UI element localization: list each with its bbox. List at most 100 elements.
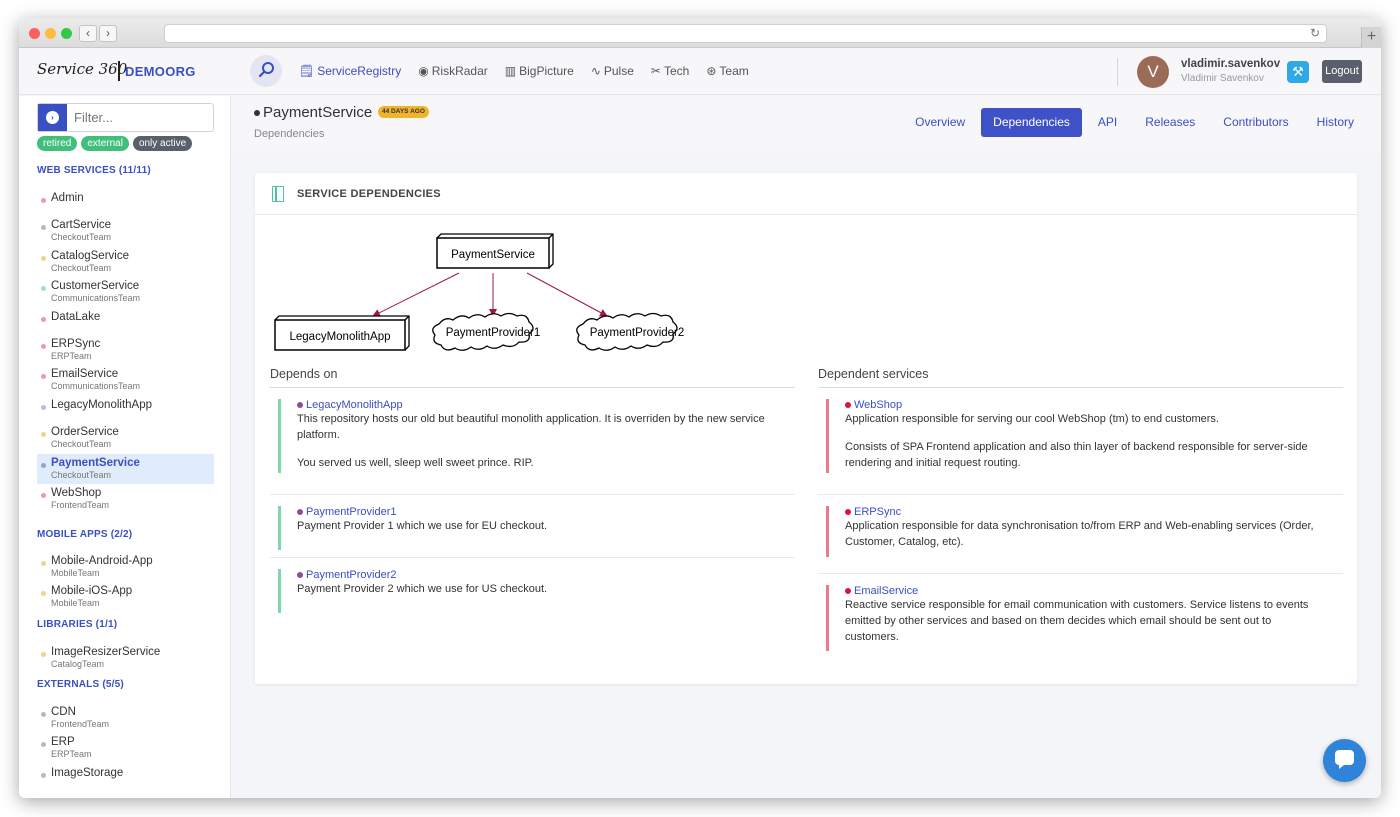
address-bar[interactable]: ↻ <box>164 24 1327 43</box>
section-web-services[interactable]: WEB SERVICES (11/11) <box>37 165 151 176</box>
dependency-link[interactable]: LegacyMonolithApp <box>297 399 768 411</box>
sidebar-item-mobile-ios-app[interactable]: Mobile-iOS-App MobileTeam <box>37 582 214 612</box>
sidebar-item-admin[interactable]: Admin <box>37 189 214 216</box>
filter-field[interactable]: › Filter... <box>37 103 214 132</box>
status-dot <box>41 742 46 748</box>
close-window-button[interactable] <box>29 28 40 39</box>
sidebar-item-imagestorage[interactable]: ImageStorage <box>37 764 214 791</box>
chip-only-active[interactable]: only active <box>132 136 193 151</box>
sidebar-item-orderservice[interactable]: OrderService CheckoutTeam <box>37 423 214 453</box>
dependent-description: Application responsible for serving our … <box>845 413 1219 425</box>
service-dot <box>845 588 851 595</box>
sidebar-item-erp[interactable]: ERP ERPTeam <box>37 733 214 763</box>
back-button[interactable]: ‹ <box>79 25 97 42</box>
tab-overview[interactable]: Overview <box>903 108 977 137</box>
section-mobile-apps[interactable]: MOBILE APPS (2/2) <box>37 529 132 540</box>
search-button[interactable] <box>250 55 282 87</box>
team-name: ERPTeam <box>51 351 92 361</box>
sidebar-item-imageresizerservice[interactable]: ImageResizerService CatalogTeam <box>37 643 214 673</box>
sidebar: › Filter... retired external only active… <box>19 96 231 798</box>
service-name: OrderService <box>51 426 119 439</box>
service-name: Admin <box>51 192 84 204</box>
depends-on-divider <box>270 387 795 388</box>
status-dot <box>254 110 260 117</box>
dependency-link[interactable]: PaymentProvider2 <box>297 569 768 581</box>
chip-external[interactable]: external <box>81 136 129 151</box>
sidebar-item-emailservice[interactable]: EmailService CommunicationsTeam <box>37 365 214 395</box>
forward-button[interactable]: › <box>99 25 117 42</box>
minimize-window-button[interactable] <box>45 28 56 39</box>
sidebar-item-customerservice[interactable]: CustomerService CommunicationsTeam <box>37 277 214 307</box>
status-dot <box>41 225 46 231</box>
nav-tech[interactable]: ✂ Tech <box>651 64 689 78</box>
status-dot <box>41 462 46 468</box>
chip-retired[interactable]: retired <box>37 136 78 151</box>
tab-contributors[interactable]: Contributors <box>1211 108 1300 137</box>
sidebar-item-catalogservice[interactable]: CatalogService CheckoutTeam <box>37 247 214 277</box>
service-name: CatalogService <box>51 249 129 262</box>
dependent-link[interactable]: EmailService <box>845 585 1326 597</box>
search-icon <box>258 62 274 78</box>
eye-icon: ◉ <box>418 64 429 78</box>
team-name: CheckoutTeam <box>51 232 112 243</box>
tab-releases[interactable]: Releases <box>1133 108 1207 137</box>
nav-service-registry[interactable]: 🗒 ServiceRegistry <box>299 64 401 78</box>
tab-api[interactable]: API <box>1086 108 1129 137</box>
service360-logo[interactable]: Service 360 <box>37 60 127 78</box>
reload-icon[interactable]: ↻ <box>1310 26 1320 40</box>
page-header: PaymentService 44 DAYS AGO Dependencies … <box>232 96 1381 151</box>
team-name: CheckoutTeam <box>51 469 112 480</box>
nav-big-picture[interactable]: ▥ BigPicture <box>505 64 574 78</box>
team-name: CommunicationsTeam <box>51 381 141 392</box>
team-name: FrontendTeam <box>51 719 110 729</box>
diagram-node-provider1[interactable]: PaymentProvider1 <box>432 312 541 351</box>
status-dot <box>41 316 46 322</box>
dependent-link[interactable]: ERPSync <box>845 506 1326 518</box>
wrench-icon: ⚒ <box>1292 64 1304 79</box>
status-dot <box>41 432 46 438</box>
section-libraries[interactable]: LIBRARIES (1/1) <box>37 619 117 630</box>
item-divider <box>818 573 1343 574</box>
sidebar-item-cdn[interactable]: CDN FrontendTeam <box>37 703 214 733</box>
dependency-description: This repository hosts our old but beauti… <box>297 413 765 441</box>
chevron-right-icon: › <box>46 110 59 124</box>
sidebar-item-cartservice[interactable]: CartService CheckoutTeam <box>37 216 214 246</box>
status-dot <box>41 561 46 566</box>
logout-button[interactable]: Logout <box>1322 60 1362 83</box>
dependent-item: WebShop Application responsible for serv… <box>826 399 1326 473</box>
sidebar-item-legacymonolithapp[interactable]: LegacyMonolithApp <box>37 396 214 423</box>
dependent-item: EmailService Reactive service responsibl… <box>826 585 1326 651</box>
diagram-node-legacy[interactable]: LegacyMonolithApp <box>274 315 410 351</box>
dependency-description: You served us well, sleep well sweet pri… <box>297 457 534 469</box>
diagram-node-provider2[interactable]: PaymentProvider2 <box>576 312 685 351</box>
dependent-link[interactable]: WebShop <box>845 399 1326 411</box>
diagram-node-root[interactable]: PaymentService <box>436 233 554 269</box>
chat-button[interactable] <box>1323 739 1366 782</box>
sidebar-item-mobile-android-app[interactable]: Mobile-Android-App MobileTeam <box>37 552 214 582</box>
admin-tools-button[interactable]: ⚒ <box>1287 61 1309 83</box>
sidebar-item-paymentservice[interactable]: PaymentService CheckoutTeam <box>37 453 214 484</box>
sidebar-item-erpsync[interactable]: ERPSync ERPTeam <box>37 335 214 365</box>
user-fullname: Vladimir Savenkov <box>1181 73 1264 84</box>
depends-on-item: PaymentProvider1 Payment Provider 1 whic… <box>278 506 768 550</box>
nav-risk-radar[interactable]: ◉ RiskRadar <box>418 64 488 78</box>
nav-pulse[interactable]: ∿ Pulse <box>591 64 634 78</box>
sidebar-item-webshop[interactable]: WebShop FrontendTeam <box>37 484 214 514</box>
chat-bubble-icon <box>1335 750 1354 769</box>
filter-toggle-button[interactable]: › <box>38 104 67 131</box>
tab-history[interactable]: History <box>1305 108 1366 137</box>
service-dot <box>297 402 303 409</box>
filter-input[interactable]: Filter... <box>74 110 113 125</box>
avatar[interactable]: V <box>1137 56 1169 88</box>
maximize-window-button[interactable] <box>61 28 72 39</box>
org-name[interactable]: DEMOORG <box>125 64 196 79</box>
dependency-link[interactable]: PaymentProvider1 <box>297 506 768 518</box>
new-tab-button[interactable]: + <box>1361 27 1381 48</box>
age-badge: 44 DAYS AGO <box>378 106 429 118</box>
nav-team[interactable]: ⊛ Team <box>706 64 748 78</box>
service-name: Mobile-Android-App <box>51 555 153 567</box>
sidebar-item-datalake[interactable]: DataLake <box>37 308 214 335</box>
section-externals[interactable]: EXTERNALS (5/5) <box>37 679 124 690</box>
service-name: LegacyMonolithApp <box>51 398 153 411</box>
tab-dependencies[interactable]: Dependencies <box>981 108 1082 137</box>
